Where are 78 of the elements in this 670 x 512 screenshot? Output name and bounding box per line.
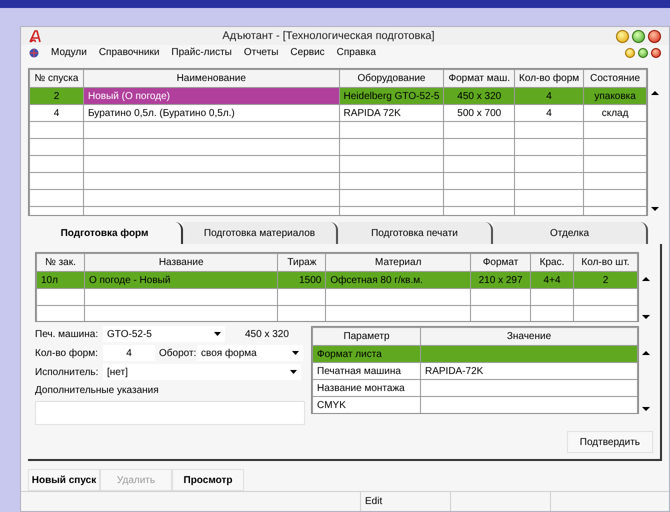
tab[interactable]: Подготовка печати — [338, 222, 493, 244]
menu-item[interactable]: Модули — [51, 45, 87, 60]
table-row[interactable]: CMYK — [312, 396, 638, 413]
maximize-button[interactable] — [638, 48, 648, 58]
table-cell: 10л — [36, 272, 84, 288]
column-header[interactable]: Формат маш. — [444, 70, 515, 88]
table-cell: 1500 — [278, 272, 326, 288]
tab[interactable]: Отделка — [493, 222, 648, 244]
action-button[interactable]: Просмотр — [172, 469, 244, 491]
globe-icon — [29, 48, 39, 58]
column-header[interactable]: Материал — [326, 254, 471, 272]
column-header[interactable]: Значение — [420, 328, 638, 346]
scroll-up-arrow-icon[interactable] — [642, 350, 650, 356]
table-cell: Офсетная 80 г/кв.м. — [326, 272, 471, 288]
field-label: Печ. машина: — [35, 328, 100, 342]
minimize-button[interactable] — [625, 48, 635, 58]
table-cell: 4 — [30, 104, 84, 122]
column-header[interactable]: Состояние — [584, 70, 647, 88]
scroll-down-arrow-icon[interactable] — [651, 206, 660, 212]
field-label: Кол-во форм: — [35, 346, 99, 360]
table-cell: RAPIDA 72K — [339, 104, 444, 122]
column-header[interactable]: Наименование — [83, 70, 339, 88]
scroll-down-arrow-icon[interactable] — [642, 314, 650, 320]
column-header[interactable]: № зак. — [36, 254, 84, 272]
table-cell: Новый (О погоде) — [83, 88, 339, 104]
table-row[interactable]: Формат листа — [312, 346, 638, 362]
table-cell: Буратино 0,5л. (Буратино 0,5л.) — [83, 104, 339, 122]
table-cell: 210 x 297 — [470, 272, 531, 288]
tab[interactable]: Подготовка материалов — [183, 222, 338, 244]
menu-item[interactable]: Прайс-листы — [171, 45, 232, 60]
turn-select[interactable]: своя форма — [197, 345, 303, 361]
column-header[interactable]: Крас. — [530, 254, 574, 272]
minimize-button[interactable] — [616, 30, 629, 42]
field-label: Исполнитель: — [35, 366, 100, 380]
action-button[interactable]: Новый спуск — [28, 469, 100, 491]
table-row[interactable]: Печатная машина RAPIDA-72K — [312, 362, 638, 380]
app-logo-icon — [29, 30, 41, 42]
column-header[interactable]: № спуска — [30, 70, 84, 88]
maximize-button[interactable] — [632, 30, 645, 42]
close-button[interactable] — [648, 30, 661, 42]
scroll-down-arrow-icon[interactable] — [642, 406, 650, 412]
column-header[interactable]: Кол-во шт. — [574, 254, 638, 272]
table-row[interactable]: 4 Буратино 0,5л. (Буратино 0,5л.) RAPIDA 72K 500 x 700 4 склад — [30, 104, 647, 122]
confirm-button[interactable]: Подтвердить — [566, 431, 653, 453]
table-cell: О погоде - Новый — [84, 272, 278, 288]
scroll-up-arrow-icon[interactable] — [651, 90, 660, 96]
menu-item[interactable]: Справочники — [98, 45, 160, 60]
status-mode: Edit — [361, 492, 451, 511]
table-row[interactable]: 2 Новый (О погоде) Heidelberg GTO-52-5 450 x 320 4 упаковка — [30, 88, 647, 104]
table-cell: 4+4 — [530, 272, 574, 288]
table-cell: 500 x 700 — [444, 104, 515, 122]
field-label: Оборот: — [159, 346, 197, 360]
close-button[interactable] — [651, 48, 661, 58]
column-header[interactable]: Тираж — [278, 254, 326, 272]
menu-item[interactable]: Сервис — [290, 45, 325, 60]
press-select[interactable]: GTO-52-5 — [103, 326, 225, 342]
table-cell: CMYK — [312, 396, 420, 413]
table-row[interactable]: Название монтажа — [312, 380, 638, 396]
executor-select[interactable]: [нет] — [103, 364, 301, 380]
dropdown-caret-icon[interactable] — [290, 370, 297, 374]
table-cell: 2 — [574, 272, 638, 288]
column-header[interactable]: Оборудование — [339, 70, 444, 88]
column-header[interactable]: Параметр — [312, 328, 420, 346]
table-cell: 4 — [514, 104, 584, 122]
window-title: Адъютант - [Технологическая подготовка] — [221, 28, 436, 44]
menu-item[interactable]: Отчеты — [244, 45, 278, 60]
table-row[interactable]: 10л О погоде - Новый 1500 Офсетная 80 г/кв.м. 210 x 297 4+4 2 — [36, 272, 638, 288]
column-header[interactable]: Название — [84, 254, 278, 272]
scroll-up-arrow-icon[interactable] — [642, 276, 650, 282]
dropdown-caret-icon[interactable] — [214, 332, 221, 336]
column-header[interactable]: Кол-во форм — [514, 70, 584, 88]
table-cell: склад — [584, 104, 647, 122]
format-value: 450 x 320 — [245, 328, 289, 342]
column-header[interactable]: Формат — [470, 254, 531, 272]
field-label: Дополнительные указания — [35, 384, 160, 398]
forms-count-field[interactable]: 4 — [103, 345, 155, 361]
dropdown-caret-icon[interactable] — [292, 351, 299, 355]
menu-item[interactable]: Справка — [336, 45, 376, 60]
